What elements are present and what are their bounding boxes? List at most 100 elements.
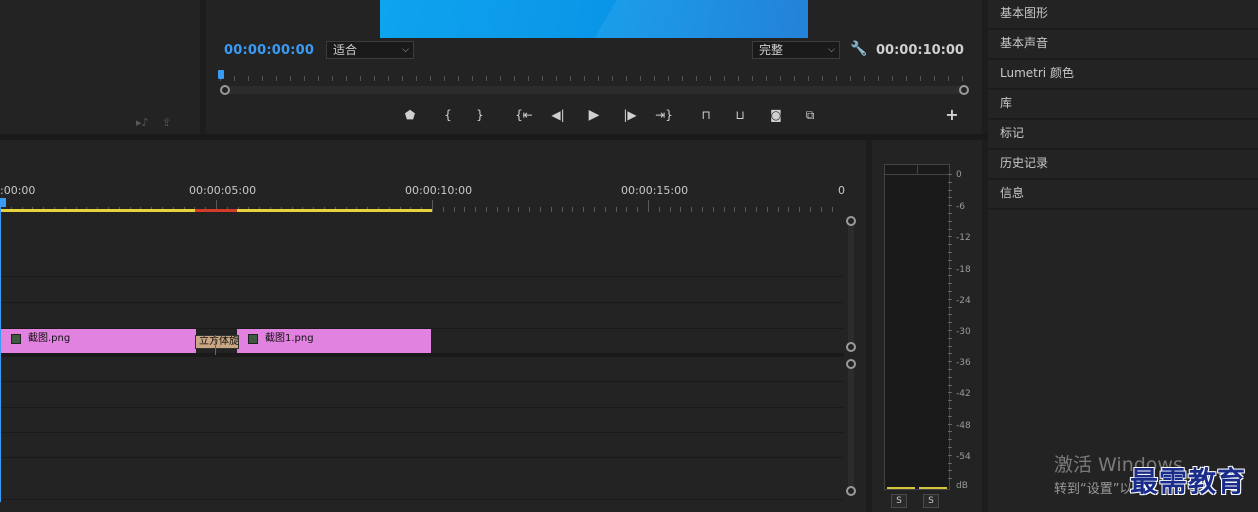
- extract-icon[interactable]: ⊔: [728, 104, 752, 126]
- ruler-tick: [486, 76, 487, 81]
- go-to-in-button[interactable]: {⇤: [512, 104, 536, 126]
- program-time-ruler[interactable]: [220, 70, 964, 86]
- meter-tick: [948, 275, 952, 276]
- audio-tracks-scrollbar[interactable]: [848, 362, 854, 490]
- ruler-tick: [454, 207, 455, 212]
- program-playhead[interactable]: [218, 70, 224, 79]
- panel-history[interactable]: 历史记录: [988, 150, 1258, 179]
- track-row[interactable]: [0, 433, 844, 458]
- solo-left-button[interactable]: S: [891, 494, 907, 508]
- current-timecode[interactable]: 00:00:00:00: [224, 43, 314, 58]
- export-icon[interactable]: ⇪: [162, 116, 180, 130]
- insert-audio-icon[interactable]: ▸♪: [136, 116, 154, 130]
- ruler-tick: [821, 207, 822, 212]
- clip-screenshot-1[interactable]: 截图1.png: [237, 329, 431, 353]
- ruler-tick: [659, 207, 660, 212]
- clip-screenshot[interactable]: 截图.png: [0, 329, 196, 353]
- panel-essential-graphics[interactable]: 基本图形: [988, 0, 1258, 29]
- ruler-tick: [475, 207, 476, 212]
- ruler-tick: [850, 76, 851, 81]
- ruler-tick: [648, 200, 649, 212]
- camera-icon[interactable]: ◙: [764, 104, 788, 126]
- panel-info[interactable]: 信息: [988, 180, 1258, 209]
- meter-tick: [948, 314, 952, 315]
- step-forward-button[interactable]: |▶: [618, 104, 642, 126]
- ruler-tick: [934, 76, 935, 81]
- fx-badge-icon: [248, 334, 258, 344]
- timeline-playhead-line: [0, 206, 1, 502]
- ruler-tick: [637, 207, 638, 212]
- zoom-handle-right[interactable]: [959, 85, 969, 95]
- track-row[interactable]: [0, 304, 844, 329]
- audio-meter-panel: 0 -6 -12 -18 -24 -30 -36 -42 -48 -54 dB …: [872, 140, 982, 512]
- ruler-tick: [472, 76, 473, 81]
- track-row[interactable]: [0, 214, 844, 277]
- ruler-tick: [766, 76, 767, 81]
- ruler-tick: [374, 76, 375, 81]
- ruler-tick: [388, 76, 389, 81]
- mark-out-button[interactable]: }: [468, 104, 492, 126]
- ruler-tick: [304, 76, 305, 81]
- panel-lumetri-color[interactable]: Lumetri 颜色: [988, 60, 1258, 89]
- step-back-button[interactable]: ◀|: [546, 104, 570, 126]
- video-preview[interactable]: [380, 0, 808, 38]
- track-row[interactable]: [0, 458, 844, 500]
- ruler-tick: [822, 76, 823, 81]
- ruler-tick: [680, 207, 681, 212]
- meter-tick: [948, 229, 952, 230]
- scroll-handle-top[interactable]: [846, 359, 856, 369]
- lift-icon[interactable]: ⊓: [694, 104, 718, 126]
- duration-timecode: 00:00:10:00: [876, 43, 964, 58]
- go-to-out-button[interactable]: ⇥}: [652, 104, 676, 126]
- program-zoom-scrollbar[interactable]: [222, 86, 964, 94]
- scroll-handle-bottom[interactable]: [846, 342, 856, 352]
- track-row[interactable]: [0, 357, 844, 382]
- wrench-icon[interactable]: 🔧: [850, 41, 867, 57]
- panel-libraries[interactable]: 库: [988, 90, 1258, 119]
- playback-quality-dropdown[interactable]: 完整 ⌵: [752, 41, 840, 59]
- ruler-tick: [562, 207, 563, 212]
- ruler-tick: [810, 207, 811, 212]
- edit-point-line: [215, 335, 216, 355]
- meter-level-left: [887, 487, 915, 489]
- track-row[interactable]: [0, 278, 844, 303]
- db-label: 0: [956, 170, 962, 180]
- transition-cube-spin[interactable]: 立方体旋转: [195, 335, 239, 349]
- scroll-handle-bottom[interactable]: [846, 486, 856, 496]
- add-button[interactable]: +: [940, 104, 964, 126]
- ruler-tick: [416, 76, 417, 81]
- zoom-handle-left[interactable]: [220, 85, 230, 95]
- add-marker-button[interactable]: ⬟: [398, 104, 422, 126]
- ruler-tick: [756, 207, 757, 212]
- chevron-down-icon: ⌵: [402, 45, 409, 55]
- ruler-tick: [752, 76, 753, 81]
- play-button[interactable]: ▶: [582, 104, 606, 126]
- playback-quality-value: 完整: [759, 43, 784, 57]
- ruler-tick: [514, 76, 515, 81]
- program-monitor: 00:00:00:00 适合 ⌵ 完整 ⌵ 🔧 00:00:10:00 ⬟ { …: [206, 0, 982, 134]
- clip-label: 截图1.png: [265, 333, 314, 344]
- ruler-tick: [540, 207, 541, 212]
- meter-tick: [948, 236, 952, 237]
- ruler-tick: [262, 76, 263, 81]
- panel-markers[interactable]: 标记: [988, 120, 1258, 149]
- meter-level-right: [919, 487, 947, 489]
- ruler-label: 0: [838, 184, 845, 197]
- comparison-view-icon[interactable]: ⧉: [798, 104, 822, 126]
- db-label: -12: [956, 233, 971, 243]
- windows-activation-subtitle: 转到“设置”以: [1054, 482, 1133, 497]
- scroll-handle-top[interactable]: [846, 216, 856, 226]
- track-row[interactable]: [0, 408, 844, 433]
- ruler-tick: [906, 76, 907, 81]
- ruler-tick: [767, 207, 768, 212]
- video-tracks-scrollbar[interactable]: [848, 220, 854, 348]
- zoom-level-dropdown[interactable]: 适合 ⌵: [326, 41, 414, 59]
- panel-essential-sound[interactable]: 基本声音: [988, 30, 1258, 59]
- track-row[interactable]: [0, 383, 844, 408]
- meter-tick: [948, 408, 952, 409]
- meter-tick: [948, 252, 952, 253]
- mark-in-button[interactable]: {: [436, 104, 460, 126]
- solo-right-button[interactable]: S: [923, 494, 939, 508]
- ruler-tick: [724, 76, 725, 81]
- ruler-label: :00:00: [0, 184, 36, 197]
